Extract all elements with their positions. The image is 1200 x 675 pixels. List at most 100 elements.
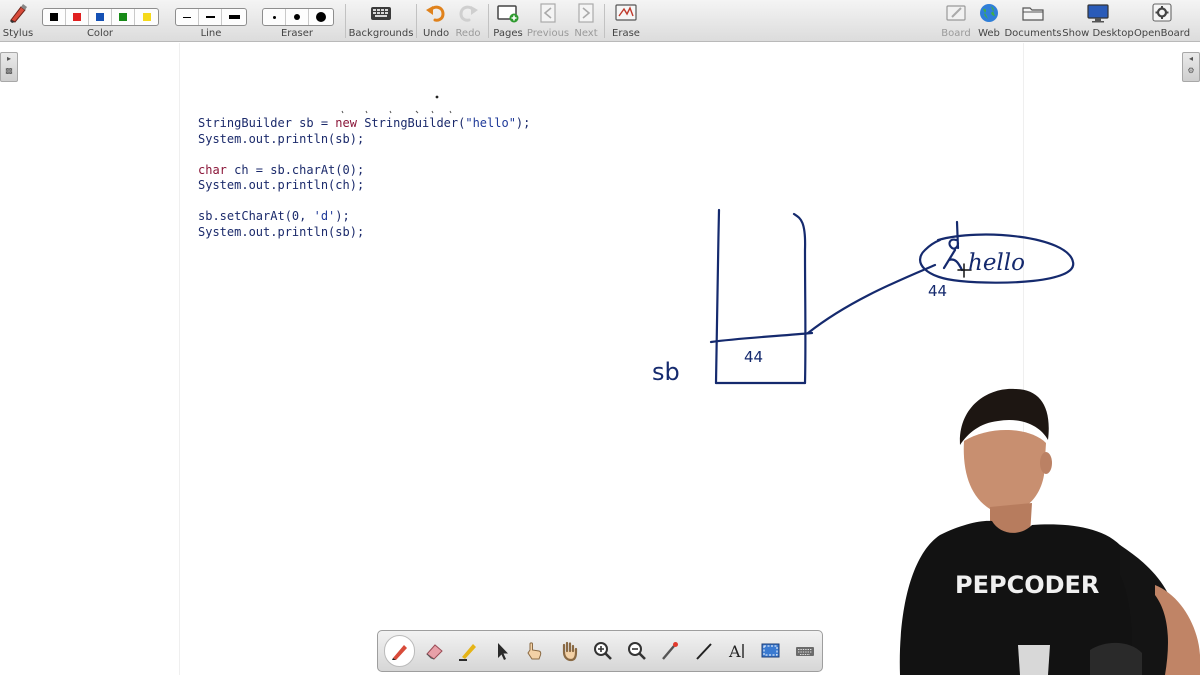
next-page-button[interactable]: Next [574,2,598,39]
floating-tool-palette: A [377,630,823,672]
code-listing: StringBuilder sb = new StringBuilder("he… [198,116,530,240]
hand-tool-button[interactable] [552,634,586,668]
virtual-keyboard-tool-button[interactable] [788,634,822,668]
keyboard-grid-icon [371,7,391,20]
erase-label: Erase [612,28,640,39]
code-token: StringBuilder( [356,116,466,130]
reference-arrow-line [806,263,937,335]
capture-tool-button[interactable] [755,634,789,668]
eraser-size-picker[interactable] [262,8,334,26]
code-line: System.out.println(ch); [198,178,530,194]
code-token: System.out.println(sb); [198,224,365,239]
code-token: System.out.println(sb); [198,131,365,146]
pages-tab-icon: ▩ [5,66,13,75]
line-thick[interactable] [222,9,246,25]
line-thin[interactable] [176,9,199,25]
zoom-out-icon [627,642,646,660]
code-token: StringBuilder sb = [198,116,336,130]
stylus-label: Stylus [2,28,34,39]
highlighter-tool-button[interactable] [451,634,485,668]
stack-left-line [714,208,721,385]
left-palette-tab[interactable]: ▸ ▩ [0,52,18,82]
erase-page-button[interactable]: Erase [612,2,640,39]
color-label: Color [86,28,114,39]
svg-text:A: A [728,642,741,661]
arrow-cursor-icon [497,643,508,660]
web-button[interactable]: Web [977,2,1001,39]
erased-code-remnant [341,95,452,114]
code-token: sb.setCharAt(0, [198,209,314,223]
code-line: sb.setCharAt(0, 'd'); [198,209,530,225]
backgrounds-button[interactable]: Backgrounds [349,2,413,39]
line-width-picker[interactable] [175,8,247,26]
line-medium[interactable] [199,9,222,25]
stylus-button[interactable]: Stylus [3,2,33,39]
tools-tab-icon: ⚙ [1187,66,1195,75]
zoom-in-tool-button[interactable] [586,634,620,668]
main-toolbar: Stylus Color Line Eraser Backgrounds Und… [0,0,1200,42]
code-token: char [198,162,227,177]
pages-button[interactable]: Pages [493,2,523,39]
expand-arrow-icon: ▸ [6,54,11,63]
documents-button[interactable]: Documents [1004,2,1062,39]
line-tool-button[interactable] [687,634,721,668]
pointing-hand-icon [527,642,542,660]
variable-label-sb: sb [652,358,680,386]
interact-tool-button[interactable] [518,634,552,668]
selector-tool-button[interactable] [485,634,519,668]
undo-icon [426,5,445,22]
color-green[interactable] [112,9,135,25]
erase-page-icon [615,4,637,21]
right-palette-tab[interactable]: ◂ ⚙ [1182,52,1200,82]
add-page-icon [497,5,519,23]
globe-icon [980,4,998,22]
gear-icon [1152,3,1172,22]
collapse-arrow-icon: ◂ [1188,54,1193,63]
code-line: StringBuilder sb = new StringBuilder("he… [198,116,530,132]
line-label: Line [200,28,222,39]
redo-button[interactable]: Redo [455,2,481,39]
undo-button[interactable]: Undo [423,2,449,39]
keyboard-icon [796,647,815,656]
code-token: new [335,116,357,130]
code-token: 'd' [313,209,336,223]
show-desktop-button[interactable]: Show Desktop [1062,2,1134,39]
code-line: char ch = sb.charAt(0); [198,163,530,179]
presenter-figure: PEPCODER [899,388,1200,675]
zoom-out-tool-button[interactable] [620,634,654,668]
crossed-out-char [942,248,964,272]
stylus-icon [10,4,27,23]
previous-page-button[interactable]: Previous [527,2,569,39]
text-icon: A [728,642,744,661]
object-address-label: 44 [928,282,947,300]
color-blue[interactable] [89,9,112,25]
color-red[interactable] [66,9,89,25]
eraser-large[interactable] [309,9,333,25]
box-address-label: 44 [744,348,763,366]
openboard-menu-button[interactable]: OpenBoard [1134,2,1190,39]
laser-pointer-icon [662,642,679,660]
laser-pointer-tool-button[interactable] [653,634,687,668]
eraser-tool-button[interactable] [417,634,451,668]
eraser-icon [426,644,443,660]
folder-icon [1022,7,1044,21]
code-token: "hello" [465,116,516,130]
text-tool-button[interactable]: A [721,634,755,668]
screen-capture-icon [761,643,780,658]
pen-tool-button[interactable] [384,635,416,667]
highlighter-icon [458,644,476,661]
eraser-small[interactable] [263,9,286,25]
color-black[interactable] [43,9,66,25]
board-icon [946,5,966,21]
memory-diagram-sketch: sb 44 44 hello [652,208,1075,386]
heap-object-text: hello [968,250,1025,276]
color-yellow[interactable] [135,9,158,25]
color-picker[interactable] [42,8,159,26]
line-icon [696,643,712,660]
board-mode-button[interactable]: Board [941,2,971,39]
eraser-medium[interactable] [286,9,309,25]
zoom-in-icon [593,642,612,660]
code-token: ); [515,116,531,130]
